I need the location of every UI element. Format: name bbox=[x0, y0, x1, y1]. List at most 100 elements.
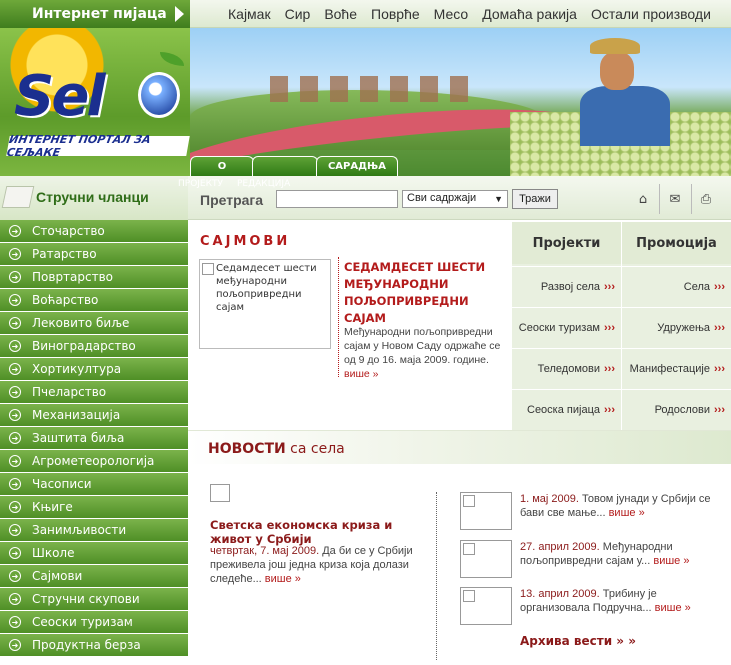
news-thumbnail[interactable] bbox=[460, 587, 512, 625]
fairs-headline[interactable]: СЕДАМДЕСЕТ ШЕСТИ МЕЂУНАРОДНИ ПОЉОПРИВРЕД… bbox=[344, 259, 504, 327]
site-logo[interactable]: Sel ИНТЕРНЕТ ПОРТАЛ ЗА СЕЉАКЕ bbox=[0, 28, 190, 176]
menu-item-zastita-bilja[interactable]: ➜ Заштита биља bbox=[0, 427, 188, 449]
menu-item-produktna-berza[interactable]: ➜ Продуктна берза bbox=[0, 634, 188, 656]
menu-item-casopisi[interactable]: ➜ Часописи bbox=[0, 473, 188, 495]
news-list-item: 1. мај 2009. Товом јунади у Србији се ба… bbox=[460, 492, 726, 532]
fairs-title: САЈМОВИ bbox=[200, 234, 291, 249]
content-type-select[interactable]: Сви садржаји ▼ bbox=[402, 190, 508, 208]
mail-icon[interactable]: ✉ bbox=[665, 189, 685, 209]
news-item-text: 27. април 2009. Међународни пољопривредн… bbox=[520, 540, 726, 568]
fairs-image-alt: Седамдесет шести међународни пољопривред… bbox=[216, 263, 317, 313]
menu-item-vinogradarstvo[interactable]: ➜ Виноградарство bbox=[0, 335, 188, 357]
projects-panel: Пројекти Промоција Развој села ››› Сеоски… bbox=[512, 222, 731, 430]
tab-cooperation[interactable]: САРАДЊА bbox=[316, 156, 398, 176]
project-link-razvoj-sela[interactable]: Развој села ››› bbox=[512, 266, 621, 306]
project-label: Развој села bbox=[540, 280, 600, 293]
news-thumbnail[interactable] bbox=[460, 492, 512, 530]
news-main-title[interactable]: Светска економска криза и живот у Србији bbox=[210, 518, 415, 546]
news-main-item: Светска економска криза и живот у Србији… bbox=[210, 484, 415, 585]
project-label: Сеоска пијаца bbox=[527, 403, 600, 416]
tab-editorial[interactable] bbox=[252, 156, 318, 176]
triple-chevron-icon: ››› bbox=[714, 280, 725, 293]
book-icon bbox=[1, 186, 35, 208]
banner-farmer-body bbox=[580, 86, 670, 146]
news-title: НОВОСТИ са села bbox=[208, 441, 345, 457]
menu-item-lekovito-bilje[interactable]: ➜ Лековито биље bbox=[0, 312, 188, 334]
menu-item-knjige[interactable]: ➜ Књиге bbox=[0, 496, 188, 518]
menu-item-label: Ратарство bbox=[32, 247, 97, 261]
menu-item-ratarstvo[interactable]: ➜ Ратарство bbox=[0, 243, 188, 265]
project-label: Сеоски туризам bbox=[518, 321, 600, 334]
arrow-circle-icon: ➜ bbox=[9, 340, 21, 352]
menu-item-label: Пчеларство bbox=[32, 385, 107, 399]
menu-item-strucni-skupovi[interactable]: ➜ Стручни скупови bbox=[0, 588, 188, 610]
menu-item-sajmovi[interactable]: ➜ Сајмови bbox=[0, 565, 188, 587]
menu-item-agrometeorologija[interactable]: ➜ Агрометеорологија bbox=[0, 450, 188, 472]
menu-item-hortikultura[interactable]: ➜ Хортикултура bbox=[0, 358, 188, 380]
search-button[interactable]: Тражи bbox=[512, 189, 558, 209]
arrow-circle-icon: ➜ bbox=[9, 524, 21, 536]
project-link-seoski-turizam[interactable]: Сеоски туризам ››› bbox=[512, 307, 621, 347]
news-main-more-link[interactable]: више » bbox=[265, 573, 301, 585]
nav-item-ostalo[interactable]: Остали производи bbox=[591, 6, 711, 22]
project-link-teledomovi[interactable]: Теледомови ››› bbox=[512, 348, 621, 388]
menu-item-pcelarstvo[interactable]: ➜ Пчеларство bbox=[0, 381, 188, 403]
promotion-link-sela[interactable]: Села ››› bbox=[622, 266, 731, 306]
broken-image-icon[interactable] bbox=[210, 484, 230, 502]
print-icon[interactable]: ⎙ bbox=[696, 189, 716, 209]
nav-item-povrce[interactable]: Поврће bbox=[371, 6, 420, 22]
tab-about[interactable]: О bbox=[190, 156, 254, 176]
menu-item-skole[interactable]: ➜ Школе bbox=[0, 542, 188, 564]
arrow-circle-icon: ➜ bbox=[9, 547, 21, 559]
market-link[interactable]: Интернет пијаца bbox=[0, 0, 190, 28]
triple-chevron-icon: ››› bbox=[604, 403, 615, 416]
arrow-circle-icon: ➜ bbox=[9, 478, 21, 490]
nav-item-meso[interactable]: Месо bbox=[434, 6, 469, 22]
project-link-seoska-pijaca[interactable]: Сеоска пијаца ››› bbox=[512, 389, 621, 429]
triple-chevron-icon: ››› bbox=[714, 403, 725, 416]
home-icon[interactable]: ⌂ bbox=[633, 189, 653, 209]
nav-item-kajmak[interactable]: Кајмак bbox=[228, 6, 271, 22]
banner-farmer-hat bbox=[590, 38, 640, 54]
triple-chevron-icon: ››› bbox=[604, 321, 615, 334]
menu-item-mehanizacija[interactable]: ➜ Механизација bbox=[0, 404, 188, 426]
triple-chevron-icon: ››› bbox=[714, 321, 725, 334]
logo-wordmark: Sel bbox=[14, 64, 105, 129]
fairs-image[interactable]: Седамдесет шести међународни пољопривред… bbox=[199, 259, 331, 349]
menu-item-stocarstvo[interactable]: ➜ Сточарство bbox=[0, 220, 188, 242]
news-item-more-link[interactable]: више » bbox=[609, 507, 645, 519]
tab-subtitle-project[interactable]: ПРОЈЕКТУ bbox=[178, 179, 223, 189]
globe-icon bbox=[138, 72, 180, 118]
promotion-link-rodoslovi[interactable]: Родослови ››› bbox=[622, 389, 731, 429]
news-item-more-link[interactable]: више » bbox=[653, 555, 689, 567]
news-item-more-link[interactable]: више » bbox=[655, 602, 691, 614]
news-item-text: 1. мај 2009. Товом јунади у Србији се ба… bbox=[520, 492, 726, 520]
news-header: НОВОСТИ са села bbox=[188, 430, 731, 464]
search-input[interactable] bbox=[276, 190, 398, 208]
arrow-circle-icon: ➜ bbox=[9, 294, 21, 306]
promotion-link-manifestacije[interactable]: Манифестације ››› bbox=[622, 348, 731, 388]
menu-item-povrtarstvo[interactable]: ➜ Повртарство bbox=[0, 266, 188, 288]
menu-item-zanimljivosti[interactable]: ➜ Занимљивости bbox=[0, 519, 188, 541]
menu-item-label: Заштита биља bbox=[32, 431, 125, 445]
news-thumbnail[interactable] bbox=[460, 540, 512, 578]
icon-divider bbox=[659, 184, 660, 214]
news-item-text: 13. април 2009. Трибину је организовала … bbox=[520, 587, 726, 615]
news-list-item: 13. април 2009. Трибину је организовала … bbox=[460, 587, 726, 627]
promotion-label: Села bbox=[683, 280, 710, 293]
arrow-circle-icon: ➜ bbox=[9, 570, 21, 582]
fairs-more-link[interactable]: више » bbox=[344, 368, 378, 380]
news-archive-link[interactable]: Архива вести » » bbox=[520, 634, 636, 648]
promotion-link-udruzenja[interactable]: Удружења ››› bbox=[622, 307, 731, 347]
tab-subtitle-editorial[interactable]: РЕДАКЦИЈА bbox=[237, 179, 290, 189]
menu-item-label: Агрометеорологија bbox=[32, 454, 155, 468]
arrow-circle-icon: ➜ bbox=[9, 271, 21, 283]
nav-item-rakija[interactable]: Домаћа ракија bbox=[482, 6, 577, 22]
arrow-circle-icon: ➜ bbox=[9, 616, 21, 628]
menu-item-vocarstvo[interactable]: ➜ Воћарство bbox=[0, 289, 188, 311]
nav-item-sir[interactable]: Сир bbox=[285, 6, 311, 22]
arrow-circle-icon: ➜ bbox=[9, 593, 21, 605]
nav-item-voce[interactable]: Воће bbox=[324, 6, 357, 22]
menu-item-seoski-turizam[interactable]: ➜ Сеоски туризам bbox=[0, 611, 188, 633]
promotion-label: Удружења bbox=[657, 321, 710, 334]
